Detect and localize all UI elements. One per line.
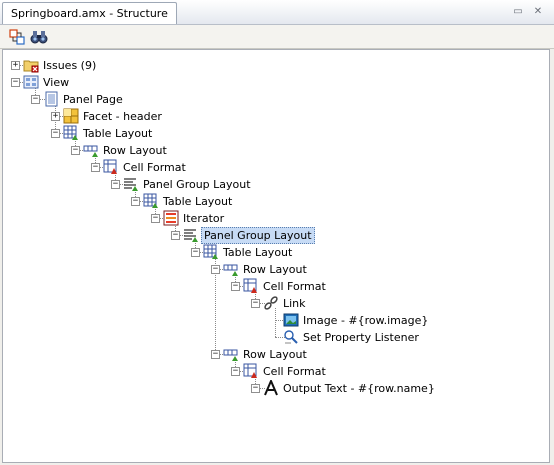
- link-icon: [263, 295, 279, 311]
- tree-node[interactable]: + Facet - header: [51, 108, 543, 125]
- tree-node-label[interactable]: Issues (9): [41, 58, 98, 73]
- output-text-icon: [263, 378, 279, 396]
- tree-node[interactable]: − Table Layout: [131, 193, 543, 210]
- tree-node-label[interactable]: Panel Group Layout: [201, 227, 315, 244]
- tree-node[interactable]: − Cell Format: [231, 278, 543, 295]
- panel-group-icon: [183, 227, 199, 243]
- collapse-icon[interactable]: −: [191, 248, 200, 257]
- collapse-icon[interactable]: −: [251, 384, 260, 393]
- collapse-icon[interactable]: −: [111, 180, 120, 189]
- tree-node-label[interactable]: Panel Group Layout: [141, 177, 253, 192]
- minimize-icon[interactable]: ▭: [511, 5, 525, 19]
- tree-node[interactable]: − Link: [251, 295, 543, 312]
- tree-node-label[interactable]: Set Property Listener: [301, 330, 421, 345]
- page-icon: [43, 91, 59, 107]
- tree-node-label[interactable]: Link: [281, 296, 308, 311]
- table-layout-icon: [63, 125, 79, 141]
- tree-node[interactable]: − Row Layout: [211, 261, 543, 278]
- freeze-view-icon: [9, 29, 25, 45]
- tree-node[interactable]: − Panel Group Layout: [171, 227, 543, 244]
- collapse-icon[interactable]: −: [211, 350, 220, 359]
- tree-node-label[interactable]: Facet - header: [81, 109, 164, 124]
- freeze-view-button[interactable]: [8, 28, 26, 46]
- tree-node[interactable]: − Output Text - #{row.name}: [251, 378, 543, 397]
- tree-node[interactable]: − Cell Format: [231, 363, 543, 380]
- tree-node-label[interactable]: Image - #{row.image}: [301, 313, 430, 328]
- structure-tab[interactable]: Springboard.amx - Structure: [2, 2, 177, 24]
- tree-node[interactable]: − Table Layout: [191, 244, 543, 261]
- row-layout-icon: [83, 142, 99, 158]
- facet-icon: [63, 108, 79, 124]
- structure-tree[interactable]: + Issues (9) − View − Panel Page + Facet - head…: [2, 49, 550, 463]
- tree-node[interactable]: − Panel Page: [31, 91, 543, 108]
- collapse-icon[interactable]: −: [151, 214, 160, 223]
- tree-node[interactable]: − Row Layout: [211, 346, 543, 363]
- binoculars-icon: [30, 31, 48, 44]
- expand-icon[interactable]: +: [11, 61, 20, 70]
- tree-node[interactable]: + Issues (9): [11, 57, 543, 74]
- collapse-icon[interactable]: −: [231, 282, 240, 291]
- row-layout-icon: [223, 261, 239, 277]
- close-icon[interactable]: ✕: [531, 5, 545, 19]
- collapse-icon[interactable]: −: [131, 197, 140, 206]
- collapse-icon[interactable]: −: [91, 163, 100, 172]
- find-button[interactable]: [30, 28, 48, 46]
- tree-node-label[interactable]: Panel Page: [61, 92, 125, 107]
- tree-node-label[interactable]: Iterator: [181, 211, 226, 226]
- tree-node-label[interactable]: Row Layout: [241, 347, 309, 362]
- iterator-icon: [163, 210, 179, 226]
- collapse-icon[interactable]: −: [11, 78, 20, 87]
- tree-node[interactable]: Image - #{row.image}: [271, 312, 543, 329]
- cell-format-icon: [243, 363, 259, 379]
- tree-node[interactable]: − View: [11, 74, 543, 91]
- structure-title-bar: Springboard.amx - Structure ▭ ✕: [0, 0, 554, 25]
- tree-node[interactable]: − Iterator: [151, 210, 543, 227]
- collapse-icon[interactable]: −: [231, 367, 240, 376]
- cell-format-icon: [103, 159, 119, 175]
- property-listener-icon: [283, 329, 299, 345]
- row-layout-icon: [223, 346, 239, 362]
- collapse-icon[interactable]: −: [211, 265, 220, 274]
- view-icon: [23, 74, 39, 90]
- tree-node[interactable]: Set Property Listener: [271, 329, 543, 346]
- tree-node-label[interactable]: Table Layout: [161, 194, 234, 209]
- panel-group-icon: [123, 176, 139, 192]
- tree-node-label[interactable]: Table Layout: [81, 126, 154, 141]
- tree-node-label[interactable]: Cell Format: [121, 160, 188, 175]
- collapse-icon[interactable]: −: [51, 129, 60, 138]
- window-title: Springboard.amx - Structure: [11, 7, 168, 20]
- collapse-icon[interactable]: −: [171, 231, 180, 240]
- structure-toolbar: [0, 25, 554, 49]
- expand-icon[interactable]: +: [51, 112, 60, 121]
- tree-node-label[interactable]: Output Text - #{row.name}: [281, 381, 437, 396]
- image-icon: [283, 312, 299, 328]
- collapse-icon[interactable]: −: [71, 146, 80, 155]
- collapse-icon[interactable]: −: [251, 299, 260, 308]
- folder-issues-icon: [23, 57, 39, 73]
- tree-node-label[interactable]: Cell Format: [261, 279, 328, 294]
- collapse-icon[interactable]: −: [31, 95, 40, 104]
- tree-node-label[interactable]: Row Layout: [241, 262, 309, 277]
- table-layout-icon: [203, 244, 219, 260]
- tree-node-label[interactable]: Row Layout: [101, 143, 169, 158]
- tree-node[interactable]: − Row Layout: [71, 142, 543, 159]
- tree-node[interactable]: − Cell Format: [91, 159, 543, 176]
- tree-node[interactable]: − Table Layout: [51, 125, 543, 142]
- table-layout-icon: [143, 193, 159, 209]
- tree-node-label[interactable]: View: [41, 75, 71, 90]
- tree-node-label[interactable]: Cell Format: [261, 364, 328, 379]
- tree-node[interactable]: − Panel Group Layout: [111, 176, 543, 193]
- tree-node-label[interactable]: Table Layout: [221, 245, 294, 260]
- cell-format-icon: [243, 278, 259, 294]
